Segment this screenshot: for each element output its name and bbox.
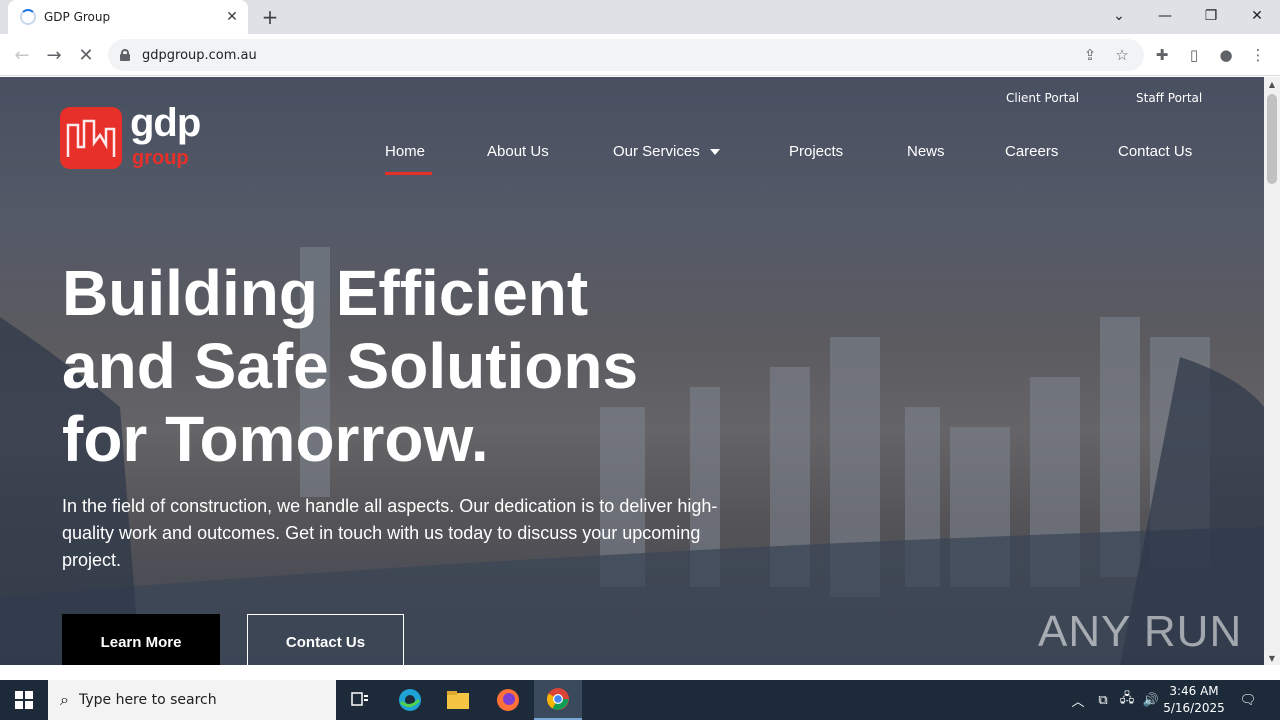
loading-spinner-icon — [20, 9, 36, 25]
taskbar-search-box[interactable]: ⌕ Type here to search — [48, 680, 336, 720]
hero-title: Building Efficient and Safe Solutions fo… — [62, 257, 782, 476]
file-explorer-icon[interactable] — [434, 680, 482, 720]
nav-about-us[interactable]: About Us — [487, 143, 549, 160]
firefox-icon[interactable] — [484, 680, 532, 720]
system-clock[interactable]: 3:46 AM 5/16/2025 — [1162, 683, 1226, 717]
nav-careers[interactable]: Careers — [1005, 143, 1058, 160]
gdp-logo[interactable]: gdp group — [60, 101, 220, 175]
learn-more-button[interactable]: Learn More — [62, 614, 220, 665]
menu-kebab-icon[interactable]: ⋮ — [1245, 42, 1271, 68]
nav-news[interactable]: News — [907, 143, 945, 160]
scrollbar-thumb[interactable] — [1267, 94, 1277, 184]
nav-our-services[interactable]: Our Services — [613, 143, 720, 160]
lock-icon[interactable] — [120, 49, 130, 61]
show-hidden-icons-icon[interactable]: ︿ — [1068, 680, 1088, 720]
bookmark-star-icon[interactable]: ☆ — [1109, 42, 1135, 68]
nav-projects[interactable]: Projects — [789, 143, 843, 160]
tab-search-icon[interactable]: ⌄ — [1096, 0, 1142, 32]
staff-portal-link[interactable]: Staff Portal — [1136, 91, 1202, 105]
task-view-icon[interactable] — [336, 680, 384, 720]
search-icon: ⌕ — [60, 690, 69, 709]
windows-taskbar: ⌕ Type here to search ︿ ⧉ 🖧 🔊 3:46 AM 5/… — [0, 680, 1280, 720]
browser-toolbar: ← → ✕ gdpgroup.com.au ⇪ ☆ ✚ ▯ ● ⋮ — [0, 34, 1280, 76]
active-nav-indicator — [385, 172, 432, 175]
logo-wordmark: gdp — [130, 101, 201, 145]
clock-date: 5/16/2025 — [1163, 701, 1225, 715]
volume-icon[interactable]: 🔊 — [1140, 680, 1162, 720]
nav-contact-us[interactable]: Contact Us — [1118, 143, 1192, 160]
logo-mark-icon — [60, 107, 122, 169]
network-icon[interactable]: 🖧 — [1116, 680, 1138, 720]
edge-browser-icon[interactable] — [386, 680, 434, 720]
profile-avatar-icon[interactable]: ● — [1213, 42, 1239, 68]
windows-logo-icon — [15, 691, 33, 709]
browser-tab[interactable]: GDP Group ✕ — [8, 0, 248, 34]
minimize-button[interactable]: — — [1142, 0, 1188, 32]
hero-description: In the field of construction, we handle … — [62, 496, 718, 570]
share-icon[interactable]: ⇪ — [1077, 42, 1103, 68]
client-portal-link[interactable]: Client Portal — [1006, 91, 1079, 105]
search-placeholder: Type here to search — [78, 692, 217, 708]
hero-title-line: Building Efficient — [62, 257, 589, 329]
logo-subtext: group — [132, 147, 189, 169]
stop-loading-button[interactable]: ✕ — [70, 39, 102, 71]
contact-us-button[interactable]: Contact Us — [247, 614, 404, 665]
tab-strip: GDP Group ✕ + ⌄ — ❐ ✕ — [0, 0, 1280, 34]
forward-button[interactable]: → — [38, 39, 70, 71]
url-text: gdpgroup.com.au — [142, 47, 257, 63]
nav-our-services-label: Our Services — [613, 143, 700, 160]
anyrun-watermark: ANY RUN — [1038, 607, 1243, 656]
nav-home[interactable]: Home — [385, 143, 425, 160]
side-panel-icon[interactable]: ▯ — [1181, 42, 1207, 68]
device-icon[interactable]: ⧉ — [1092, 680, 1114, 720]
tab-title: GDP Group — [44, 10, 111, 24]
dropdown-caret-icon — [709, 149, 720, 156]
address-bar[interactable]: gdpgroup.com.au — [108, 39, 1144, 71]
page-scrollbar[interactable]: ▲ ▼ — [1264, 77, 1280, 665]
close-window-button[interactable]: ✕ — [1234, 0, 1280, 32]
hero-title-line: and Safe Solutions — [62, 330, 639, 402]
notifications-icon[interactable]: 🗨 — [1234, 680, 1262, 720]
scroll-down-arrow-icon[interactable]: ▼ — [1268, 655, 1276, 663]
extensions-icon[interactable]: ✚ — [1149, 42, 1175, 68]
scroll-up-arrow-icon[interactable]: ▲ — [1268, 81, 1276, 89]
chrome-icon[interactable] — [534, 680, 582, 720]
close-tab-icon[interactable]: ✕ — [222, 7, 242, 27]
start-button[interactable] — [0, 680, 48, 720]
web-page: gdp group Client Portal Staff Portal Hom… — [0, 77, 1264, 665]
new-tab-button[interactable]: + — [258, 5, 282, 29]
back-button[interactable]: ← — [6, 39, 38, 71]
clock-time: 3:46 AM — [1169, 684, 1219, 698]
hero-title-line: for Tomorrow. — [62, 403, 489, 475]
restore-button[interactable]: ❐ — [1188, 0, 1234, 32]
